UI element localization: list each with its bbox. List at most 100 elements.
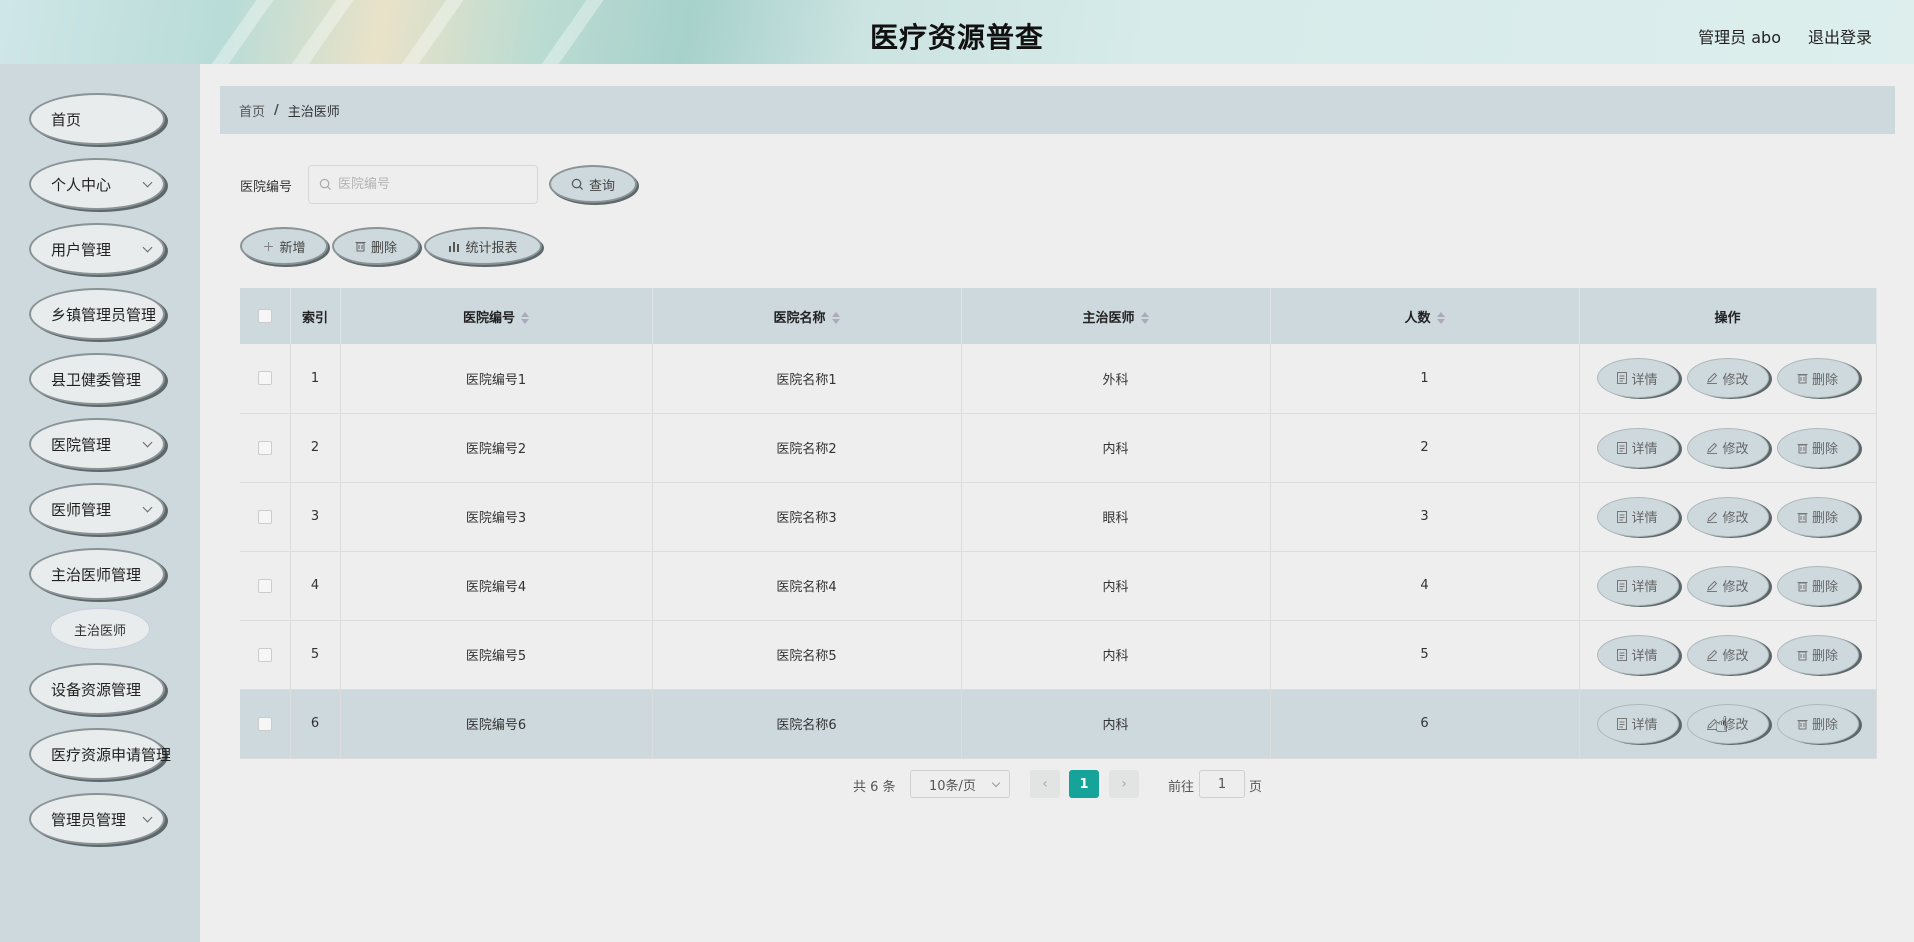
edit-button[interactable]: 修改	[1686, 358, 1769, 399]
sort-icon[interactable]	[521, 312, 529, 324]
detail-button[interactable]: 详情	[1596, 565, 1679, 606]
cell-count: 6	[1270, 689, 1580, 759]
prev-page-button[interactable]: ‹	[1030, 770, 1060, 798]
cell-index: 1	[290, 344, 341, 414]
chevron-down-icon	[142, 812, 153, 823]
page-size-select[interactable]: 10条/页	[910, 770, 1010, 798]
logout-link[interactable]: 退出登录	[1808, 24, 1872, 48]
row-checkbox[interactable]	[257, 647, 272, 662]
cell-index: 2	[290, 413, 341, 483]
edit-button[interactable]: 修改	[1686, 427, 1769, 468]
pencil-icon	[1707, 373, 1718, 385]
row-select-cell	[240, 689, 291, 759]
goto-page-input[interactable]	[1199, 770, 1245, 798]
column-header-count[interactable]: 人数	[1270, 288, 1580, 344]
search-input[interactable]	[338, 177, 518, 192]
hand-cursor-icon: ☝	[1715, 713, 1729, 738]
document-icon	[1617, 579, 1628, 592]
app-header: 医疗资源普查 管理员 abo 退出登录	[0, 0, 1914, 64]
sidebar-item-user-management[interactable]: 用户管理	[29, 223, 165, 275]
search-button[interactable]: 查询	[549, 165, 637, 203]
row-checkbox[interactable]	[257, 578, 272, 593]
cell-name: 医院名称4	[652, 551, 962, 621]
sidebar-item-attending-management[interactable]: 主治医师管理	[29, 548, 165, 600]
detail-button[interactable]: 详情	[1596, 496, 1679, 537]
sidebar-item-home[interactable]: 首页	[29, 93, 165, 145]
cell-code: 医院编号6	[340, 689, 653, 759]
cell-name: 医院名称1	[652, 344, 962, 414]
sidebar-item-physician-management[interactable]: 医师管理	[29, 483, 165, 535]
delete-button[interactable]: 删除	[1776, 427, 1859, 468]
detail-button[interactable]: 详情	[1596, 427, 1679, 468]
trash-icon	[1797, 512, 1808, 522]
detail-button[interactable]: 详情	[1596, 634, 1679, 675]
breadcrumb-home[interactable]: 首页	[239, 101, 265, 120]
stats-report-button[interactable]: 统计报表	[424, 227, 542, 265]
sidebar-item-county-health[interactable]: 县卫健委管理	[29, 353, 165, 405]
row-checkbox[interactable]	[257, 440, 272, 455]
sort-icon[interactable]	[1140, 312, 1149, 324]
search-label: 医院编号	[240, 180, 293, 195]
detail-button[interactable]: 详情	[1596, 703, 1679, 744]
column-header-name[interactable]: 医院名称	[652, 288, 962, 344]
trash-icon	[1797, 374, 1808, 384]
breadcrumb: 首页 / 主治医师	[220, 86, 1895, 134]
column-header-index: 索引	[290, 288, 341, 344]
cell-doctor: 内科	[961, 551, 1271, 621]
sort-icon[interactable]	[1436, 312, 1445, 324]
next-page-button[interactable]: ›	[1109, 770, 1139, 798]
pencil-icon	[1707, 511, 1718, 523]
add-button[interactable]: ＋ 新增	[240, 227, 328, 265]
cell-actions: 详情 修改 删除	[1579, 413, 1877, 483]
column-header-code[interactable]: 医院编号	[340, 288, 653, 344]
page-number-current[interactable]: 1	[1069, 770, 1099, 798]
sidebar-item-hospital-management[interactable]: 医院管理	[29, 418, 165, 470]
edit-button[interactable]: 修改	[1686, 565, 1769, 606]
search-icon	[571, 178, 584, 190]
cell-doctor: 内科	[961, 689, 1271, 759]
cell-code: 医院编号3	[340, 482, 653, 552]
app-title: 医疗资源普查	[869, 21, 1044, 54]
goto-suffix: 页	[1249, 780, 1263, 795]
edit-button[interactable]: 修改	[1686, 496, 1769, 537]
row-select-cell	[240, 344, 291, 414]
sidebar-item-admin-management[interactable]: 管理员管理	[29, 793, 165, 845]
delete-button[interactable]: 删除	[1776, 634, 1859, 675]
cell-code: 医院编号2	[340, 413, 653, 483]
sidebar-item-personal-center[interactable]: 个人中心	[29, 158, 165, 210]
batch-delete-button[interactable]: 删除	[332, 227, 420, 265]
row-checkbox[interactable]	[257, 716, 272, 731]
column-header-doctor[interactable]: 主治医师	[961, 288, 1271, 344]
sidebar-item-equipment[interactable]: 设备资源管理	[29, 663, 165, 715]
delete-button[interactable]: 删除	[1776, 565, 1859, 606]
cell-index: 5	[290, 620, 341, 690]
goto-label: 前往	[1168, 780, 1195, 795]
cell-code: 医院编号1	[340, 344, 653, 414]
breadcrumb-separator: /	[274, 102, 279, 118]
cell-doctor: 内科	[961, 413, 1271, 483]
edit-button[interactable]: 修改	[1686, 634, 1769, 675]
row-checkbox[interactable]	[257, 509, 272, 524]
cell-actions: 详情 修改 删除	[1579, 344, 1877, 414]
document-icon	[1617, 648, 1628, 661]
sidebar-item-town-admin[interactable]: 乡镇管理员管理	[29, 288, 165, 340]
sort-icon[interactable]	[831, 312, 840, 324]
chevron-right-icon: ›	[1121, 776, 1127, 792]
trash-icon	[1797, 650, 1808, 660]
delete-button[interactable]: 删除	[1776, 358, 1859, 399]
sidebar-subitem-attending[interactable]: 主治医师	[50, 608, 150, 650]
cell-actions: 详情 修改 删除	[1579, 551, 1877, 621]
cell-index: 6	[290, 689, 341, 759]
search-field[interactable]	[308, 165, 538, 204]
detail-button[interactable]: 详情	[1596, 358, 1679, 399]
table-row: 5 医院编号5 医院名称5 内科 5 详情 修改 删除	[240, 620, 1877, 690]
row-checkbox[interactable]	[257, 371, 272, 386]
select-all-checkbox[interactable]	[257, 309, 272, 323]
cell-count: 3	[1270, 482, 1580, 552]
delete-button[interactable]: 删除	[1776, 496, 1859, 537]
pencil-icon	[1707, 442, 1718, 454]
delete-button[interactable]: 删除	[1776, 703, 1859, 744]
breadcrumb-current: 主治医师	[287, 104, 340, 120]
cell-index: 4	[290, 551, 341, 621]
plus-icon: ＋	[262, 239, 275, 254]
